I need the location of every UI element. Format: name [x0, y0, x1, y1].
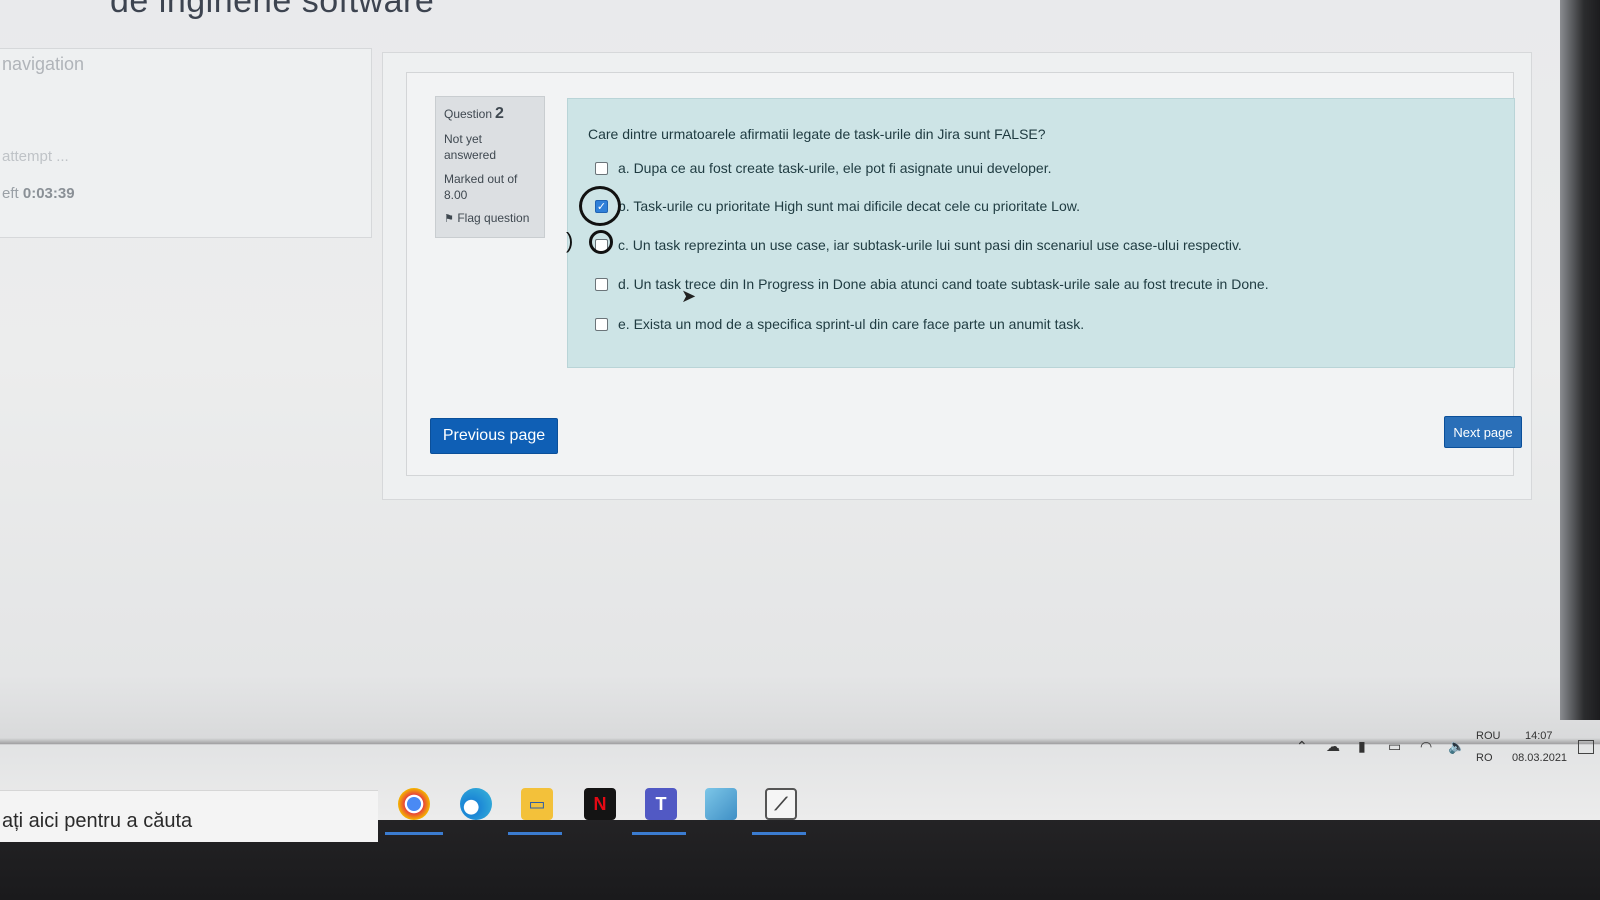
battery-icon[interactable]: ▭ — [1388, 738, 1401, 755]
file-explorer-icon[interactable]: ▭ — [521, 788, 553, 820]
snipping-tool-icon[interactable]: ⟋ — [765, 788, 797, 820]
question-state-line1: Not yet — [444, 132, 483, 146]
screen: de inginerie software navigation attempt… — [0, 0, 1600, 900]
question-grade-line2: 8.00 — [444, 188, 468, 202]
question-state-line2: answered — [444, 148, 497, 162]
clock-time[interactable]: 14:07 — [1525, 730, 1553, 742]
ink-mark-annotation: ) — [566, 228, 574, 253]
answer-d-label[interactable]: d. Un task trece din In Progress in Done… — [618, 276, 1269, 292]
chrome-active-indicator — [385, 832, 443, 835]
notification-icon[interactable] — [1578, 740, 1594, 754]
question-state: Not yet answered — [444, 131, 536, 163]
flag-question-label: Flag question — [457, 211, 530, 225]
answer-a[interactable]: a. Dupa ce au fost create task-urile, el… — [595, 160, 1052, 176]
mouse-cursor-icon: ➤ — [681, 286, 697, 306]
language-indicator[interactable]: ROU — [1476, 730, 1500, 742]
question-grade: Marked out of 8.00 — [444, 171, 536, 203]
answer-e-checkbox[interactable] — [595, 317, 608, 331]
ink-circle-annotation-b — [579, 186, 621, 226]
cloud-icon[interactable]: ☁ — [1326, 738, 1340, 755]
app-icon[interactable] — [705, 788, 737, 820]
quiz-navigation-block — [0, 48, 372, 238]
chevron-up-icon[interactable]: ⌃ — [1296, 738, 1308, 755]
question-number: Question 2 — [444, 105, 536, 123]
flag-question-link[interactable]: ⚑ Flag question — [444, 211, 536, 225]
page-title: de inginerie software — [110, 0, 435, 20]
flag-icon: ⚑ — [444, 213, 454, 225]
answer-c-label[interactable]: c. Un task reprezinta un use case, iar s… — [618, 237, 1242, 253]
keyboard-layout-indicator[interactable]: RO — [1476, 752, 1493, 764]
wifi-icon[interactable]: ◠ — [1420, 738, 1432, 755]
monitor-bezel — [1560, 0, 1600, 720]
teams-icon[interactable]: T — [645, 788, 677, 820]
question-number-value: 2 — [495, 105, 504, 122]
previous-page-button[interactable]: Previous page — [430, 418, 558, 454]
time-left-label: eft — [2, 185, 19, 202]
explorer-active-indicator — [508, 832, 562, 835]
volume-icon[interactable]: 🔈 — [1448, 738, 1465, 755]
clock-date[interactable]: 08.03.2021 — [1512, 752, 1567, 764]
question-info: Question 2 Not yet answered Marked out of… — [435, 96, 545, 238]
answer-d-checkbox[interactable] — [595, 277, 608, 291]
microphone-icon[interactable]: ▮ — [1358, 738, 1366, 755]
teams-active-indicator — [632, 832, 686, 835]
answer-a-checkbox[interactable] — [595, 161, 608, 175]
question-text: Care dintre urmatoarele afirmatii legate… — [588, 126, 1046, 142]
question-label: Question — [444, 107, 493, 121]
question-grade-line1: Marked out of — [444, 172, 518, 186]
edge-icon[interactable] — [460, 788, 492, 820]
time-left-value: 0:03:39 — [22, 185, 75, 202]
quiz-navigation-title: navigation — [2, 54, 85, 74]
finish-attempt-link[interactable]: attempt ... — [2, 148, 69, 165]
answer-b[interactable]: ✓ b. Task-urile cu prioritate High sunt … — [595, 198, 1080, 214]
ink-circle-annotation-c — [589, 230, 613, 254]
snip-active-indicator — [752, 832, 806, 835]
taskbar-search-text[interactable]: ați aici pentru a căuta — [2, 810, 192, 833]
netflix-icon[interactable]: N — [584, 788, 616, 820]
answer-e[interactable]: e. Exista un mod de a specifica sprint-u… — [595, 316, 1084, 332]
time-left: eft 0:03:39 — [2, 185, 75, 202]
answer-e-label[interactable]: e. Exista un mod de a specifica sprint-u… — [618, 316, 1084, 332]
chrome-icon[interactable] — [398, 788, 430, 820]
answer-a-label[interactable]: a. Dupa ce au fost create task-urile, el… — [618, 160, 1052, 176]
answer-c[interactable]: c. Un task reprezinta un use case, iar s… — [595, 237, 1242, 253]
next-page-button[interactable]: Next page — [1444, 416, 1522, 448]
answer-b-label[interactable]: b. Task-urile cu prioritate High sunt ma… — [618, 198, 1080, 214]
